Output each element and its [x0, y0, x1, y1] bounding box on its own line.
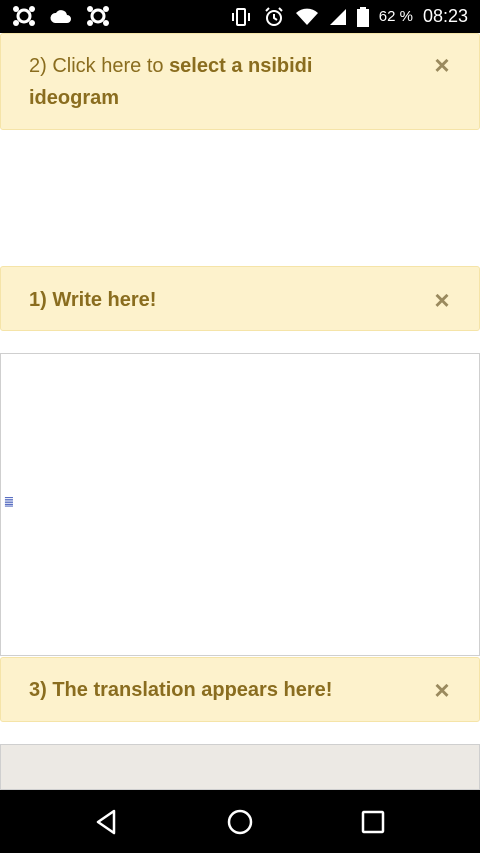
recent-apps-icon[interactable]: [358, 807, 388, 837]
translation-output-panel: [0, 744, 480, 790]
close-icon[interactable]: ×: [433, 52, 451, 78]
vibrate-icon: [229, 7, 253, 27]
status-bar: 62 % 08:23: [0, 0, 480, 33]
battery-percent: 62 %: [378, 8, 413, 25]
cloud-icon: [50, 8, 72, 24]
select-ideogram-text: 2) Click here to select a nsibidi ideogr…: [29, 50, 389, 114]
writing-canvas[interactable]: ䷀: [0, 353, 480, 656]
write-here-text: 1) Write here!: [29, 289, 157, 311]
back-icon[interactable]: [92, 807, 122, 837]
ideogram-glyph: ䷀: [4, 495, 14, 508]
clock: 08:23: [422, 6, 468, 26]
signal-icon: [329, 8, 347, 26]
home-icon[interactable]: [225, 807, 255, 837]
select-ideogram-hint[interactable]: 2) Click here to select a nsibidi ideogr…: [0, 33, 480, 130]
alarm-icon: [263, 6, 285, 28]
translation-text: 3) The translation appears here!: [29, 679, 333, 701]
wifi-icon: [295, 8, 319, 26]
battery-icon: [356, 6, 369, 27]
hint-prefix: 2) Click here to: [29, 55, 170, 77]
translation-hint: 3) The translation appears here! ×: [0, 657, 480, 722]
close-icon[interactable]: ×: [433, 677, 451, 703]
close-icon[interactable]: ×: [433, 287, 451, 313]
write-here-hint: 1) Write here! ×: [0, 266, 480, 331]
app-icon: [12, 5, 36, 27]
navigation-bar: [0, 790, 480, 853]
app-icon: [86, 5, 110, 27]
